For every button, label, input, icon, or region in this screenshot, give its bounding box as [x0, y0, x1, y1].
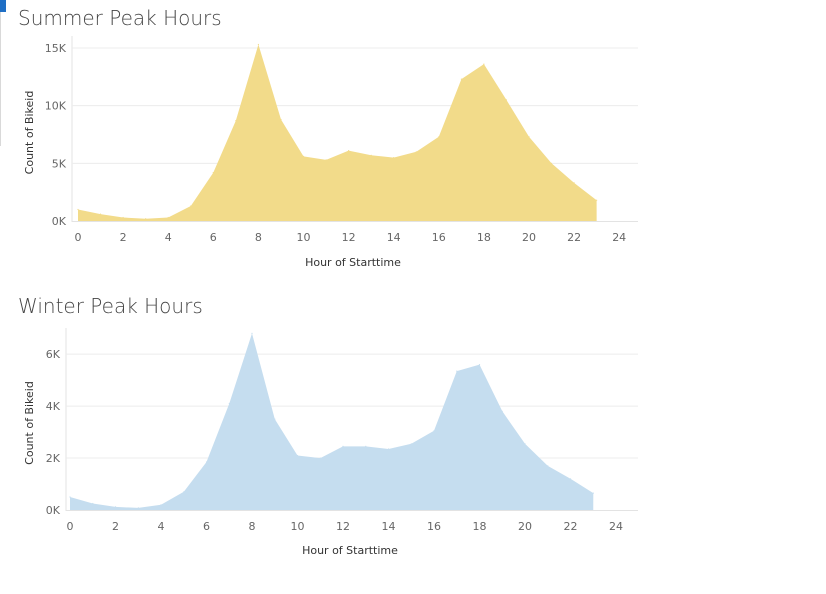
data-point: [596, 199, 598, 201]
data-point: [251, 332, 253, 334]
y-axis-title: Count of Bikeid: [23, 381, 36, 465]
data-point: [183, 491, 185, 493]
x-axis-title: Hour of Starttime: [302, 544, 398, 557]
data-point: [77, 208, 79, 211]
data-point: [160, 504, 162, 506]
data-point: [370, 154, 372, 156]
x-tick-label: 4: [158, 520, 165, 533]
x-tick-label: 16: [427, 520, 441, 533]
y-tick-label: 10K: [45, 100, 67, 113]
x-tick-label: 10: [291, 520, 305, 533]
y-tick-label: 2K: [46, 452, 61, 465]
data-point: [122, 216, 124, 219]
data-point: [212, 172, 214, 174]
x-tick-label: 8: [255, 231, 262, 244]
data-point: [550, 162, 553, 164]
data-point: [528, 136, 530, 138]
x-tick-label: 24: [612, 231, 626, 244]
data-point: [365, 445, 367, 447]
data-point: [190, 205, 192, 207]
x-tick-label: 16: [432, 231, 446, 244]
x-tick-label: 8: [249, 520, 256, 533]
data-point: [501, 410, 503, 412]
y-tick-label: 0K: [52, 215, 67, 228]
y-tick-label: 0K: [46, 504, 61, 517]
data-point: [167, 216, 169, 219]
x-tick-label: 0: [75, 231, 82, 244]
y-tick-label: 5K: [52, 157, 67, 170]
data-point: [92, 502, 94, 505]
data-point: [137, 507, 139, 509]
winter-area-chart[interactable]: 0K2K4K6K0 2 4 6 8 10 12 14 16 18 20 22 24Hour of Sta…: [0, 288, 660, 578]
x-tick-label: 4: [165, 231, 172, 244]
x-tick-label: 10: [297, 231, 311, 244]
x-tick-label: 0: [67, 520, 74, 533]
data-point: [274, 418, 276, 420]
data-point: [319, 457, 321, 459]
x-tick-label: 2: [112, 520, 119, 533]
data-point: [410, 443, 412, 445]
x-tick-label: 6: [210, 231, 217, 244]
x-tick-label: 22: [564, 520, 578, 533]
data-point: [524, 443, 526, 445]
data-point: [280, 118, 282, 121]
data-point: [483, 63, 485, 65]
data-point: [205, 461, 208, 463]
data-point: [456, 370, 458, 372]
data-point: [573, 182, 575, 184]
data-point: [69, 496, 71, 498]
y-tick-label: 6K: [46, 348, 61, 361]
data-point: [99, 213, 102, 215]
area-series: [70, 333, 594, 510]
data-point: [569, 478, 572, 480]
x-axis-title: Hour of Starttime: [305, 256, 401, 269]
area-series: [78, 44, 597, 221]
data-point: [348, 150, 350, 152]
data-point: [145, 218, 147, 220]
data-point: [460, 78, 462, 80]
y-axis-title: Count of Bikeid: [23, 91, 36, 175]
x-tick-label: 14: [382, 520, 396, 533]
data-point: [478, 364, 481, 366]
data-point: [415, 151, 417, 153]
y-tick-label: 4K: [46, 400, 61, 413]
x-tick-label: 20: [518, 520, 532, 533]
data-point: [228, 402, 230, 405]
data-point: [393, 157, 395, 159]
data-point: [342, 445, 344, 447]
data-point: [592, 492, 594, 494]
x-tick-label: 18: [473, 520, 487, 533]
data-point: [302, 155, 305, 157]
x-tick-label: 14: [387, 231, 401, 244]
x-tick-label: 2: [120, 231, 127, 244]
summer-area-chart[interactable]: 0K5K10K15K0 2 4 6 8 10 12 14 16 18 20 22 24Hour of S…: [0, 0, 660, 288]
x-tick-label: 18: [477, 231, 491, 244]
data-point: [257, 43, 259, 46]
data-point: [114, 506, 117, 508]
x-tick-label: 20: [522, 231, 536, 244]
x-tick-label: 6: [203, 520, 210, 533]
x-tick-label: 12: [342, 231, 356, 244]
data-point: [235, 120, 237, 122]
x-tick-label: 12: [336, 520, 350, 533]
data-point: [325, 159, 327, 161]
data-point: [438, 136, 440, 138]
data-point: [296, 454, 299, 457]
x-tick-label: 22: [567, 231, 581, 244]
data-point: [387, 448, 390, 450]
data-point: [433, 430, 435, 432]
x-tick-label: 24: [609, 520, 623, 533]
y-tick-label: 15K: [45, 42, 67, 55]
data-point: [505, 99, 507, 101]
data-point: [547, 465, 549, 467]
